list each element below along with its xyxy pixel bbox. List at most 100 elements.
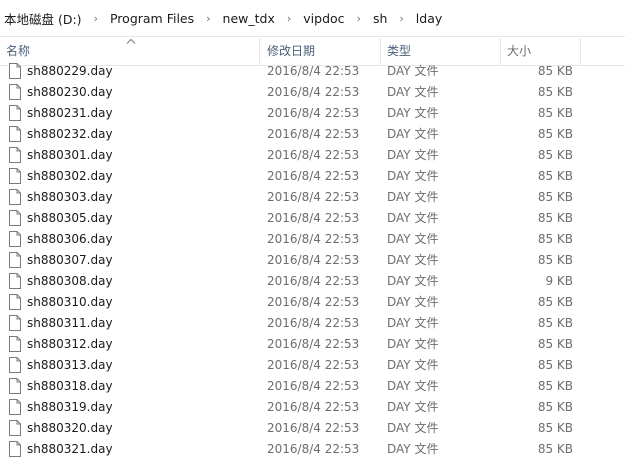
breadcrumb-bar: 本地磁盘 (D:) › Program Files › new_tdx › vipdoc › s… [0,0,625,37]
blank-document-icon [9,147,21,163]
file-date: 2016/8/4 22:53 [267,127,360,141]
file-date: 2016/8/4 22:53 [267,85,360,99]
file-row[interactable]: sh880308.day 2016/8/4 22:53 DAY 文件 9 KB [0,271,625,292]
file-row[interactable]: sh880320.day 2016/8/4 22:53 DAY 文件 85 KB [0,418,625,439]
file-name: sh880305.day [27,211,113,225]
breadcrumb-item[interactable]: sh [371,11,389,26]
file-type: DAY 文件 [387,274,439,288]
file-row[interactable]: sh880321.day 2016/8/4 22:53 DAY 文件 85 KB [0,439,625,460]
file-name: sh880308.day [27,274,113,288]
file-row[interactable]: sh880301.day 2016/8/4 22:53 DAY 文件 85 KB [0,145,625,166]
file-size: 85 KB [537,190,573,204]
file-size: 85 KB [537,127,573,141]
blank-document-icon [9,63,21,79]
breadcrumb-item[interactable]: vipdoc [301,11,346,26]
file-list: sh880229.day 2016/8/4 22:53 DAY 文件 85 KB sh8… [0,61,625,460]
blank-document-icon [9,399,21,415]
file-name: sh880312.day [27,337,113,351]
file-type: DAY 文件 [387,295,439,309]
file-type: DAY 文件 [387,148,439,162]
file-row[interactable]: sh880305.day 2016/8/4 22:53 DAY 文件 85 KB [0,208,625,229]
file-name: sh880302.day [27,169,113,183]
file-date: 2016/8/4 22:53 [267,316,360,330]
file-date: 2016/8/4 22:53 [267,148,360,162]
file-date: 2016/8/4 22:53 [267,253,360,267]
blank-document-icon [9,126,21,142]
file-type: DAY 文件 [387,253,439,267]
file-row[interactable]: sh880313.day 2016/8/4 22:53 DAY 文件 85 KB [0,355,625,376]
file-size: 85 KB [537,442,573,456]
file-name: sh880232.day [27,127,113,141]
file-name: sh880229.day [27,64,113,78]
file-name: sh880321.day [27,442,113,456]
file-name: sh880301.day [27,148,113,162]
file-date: 2016/8/4 22:53 [267,421,360,435]
file-row[interactable]: sh880318.day 2016/8/4 22:53 DAY 文件 85 KB [0,376,625,397]
file-date: 2016/8/4 22:53 [267,274,360,288]
file-name: sh880319.day [27,400,113,414]
file-row[interactable]: sh880302.day 2016/8/4 22:53 DAY 文件 85 KB [0,166,625,187]
file-type: DAY 文件 [387,64,439,78]
file-row[interactable]: sh880232.day 2016/8/4 22:53 DAY 文件 85 KB [0,124,625,145]
chevron-right-icon[interactable]: › [196,12,220,25]
breadcrumb-item[interactable]: Program Files [108,11,196,26]
blank-document-icon [9,168,21,184]
file-name: sh880311.day [27,316,113,330]
file-row[interactable]: sh880319.day 2016/8/4 22:53 DAY 文件 85 KB [0,397,625,418]
chevron-right-icon[interactable]: › [389,12,413,25]
breadcrumb-item[interactable]: new_tdx [221,11,277,26]
file-row[interactable]: sh880310.day 2016/8/4 22:53 DAY 文件 85 KB [0,292,625,313]
blank-document-icon [9,441,21,457]
file-type: DAY 文件 [387,190,439,204]
chevron-right-icon[interactable]: › [277,12,301,25]
breadcrumb-item[interactable]: 本地磁盘 (D:) [0,9,84,28]
file-name: sh880313.day [27,358,113,372]
blank-document-icon [9,378,21,394]
file-type: DAY 文件 [387,337,439,351]
file-size: 85 KB [537,316,573,330]
blank-document-icon [9,357,21,373]
file-type: DAY 文件 [387,106,439,120]
file-date: 2016/8/4 22:53 [267,337,360,351]
file-type: DAY 文件 [387,400,439,414]
file-row[interactable]: sh880307.day 2016/8/4 22:53 DAY 文件 85 KB [0,250,625,271]
file-size: 85 KB [537,253,573,267]
blank-document-icon [9,105,21,121]
sort-ascending-icon [126,38,136,44]
blank-document-icon [9,336,21,352]
file-size: 85 KB [537,85,573,99]
file-row[interactable]: sh880306.day 2016/8/4 22:53 DAY 文件 85 KB [0,229,625,250]
file-type: DAY 文件 [387,442,439,456]
file-type: DAY 文件 [387,232,439,246]
file-type: DAY 文件 [387,211,439,225]
file-size: 85 KB [537,358,573,372]
file-row[interactable]: sh880231.day 2016/8/4 22:53 DAY 文件 85 KB [0,103,625,124]
file-size: 85 KB [537,148,573,162]
blank-document-icon [9,315,21,331]
file-date: 2016/8/4 22:53 [267,64,360,78]
blank-document-icon [9,273,21,289]
file-date: 2016/8/4 22:53 [267,442,360,456]
file-size: 85 KB [537,379,573,393]
chevron-right-icon[interactable]: › [347,12,371,25]
file-date: 2016/8/4 22:53 [267,400,360,414]
file-name: sh880307.day [27,253,113,267]
chevron-right-icon[interactable]: › [84,12,108,25]
file-date: 2016/8/4 22:53 [267,379,360,393]
file-row[interactable]: sh880312.day 2016/8/4 22:53 DAY 文件 85 KB [0,334,625,355]
file-row[interactable]: sh880229.day 2016/8/4 22:53 DAY 文件 85 KB [0,61,625,82]
file-row[interactable]: sh880230.day 2016/8/4 22:53 DAY 文件 85 KB [0,82,625,103]
file-type: DAY 文件 [387,169,439,183]
file-size: 85 KB [537,169,573,183]
file-size: 85 KB [537,337,573,351]
file-date: 2016/8/4 22:53 [267,190,360,204]
file-date: 2016/8/4 22:53 [267,211,360,225]
file-size: 85 KB [537,295,573,309]
breadcrumb-item[interactable]: lday [414,11,444,26]
file-row[interactable]: sh880311.day 2016/8/4 22:53 DAY 文件 85 KB [0,313,625,334]
file-row[interactable]: sh880303.day 2016/8/4 22:53 DAY 文件 85 KB [0,187,625,208]
file-name: sh880306.day [27,232,113,246]
blank-document-icon [9,231,21,247]
file-type: DAY 文件 [387,379,439,393]
file-type: DAY 文件 [387,316,439,330]
